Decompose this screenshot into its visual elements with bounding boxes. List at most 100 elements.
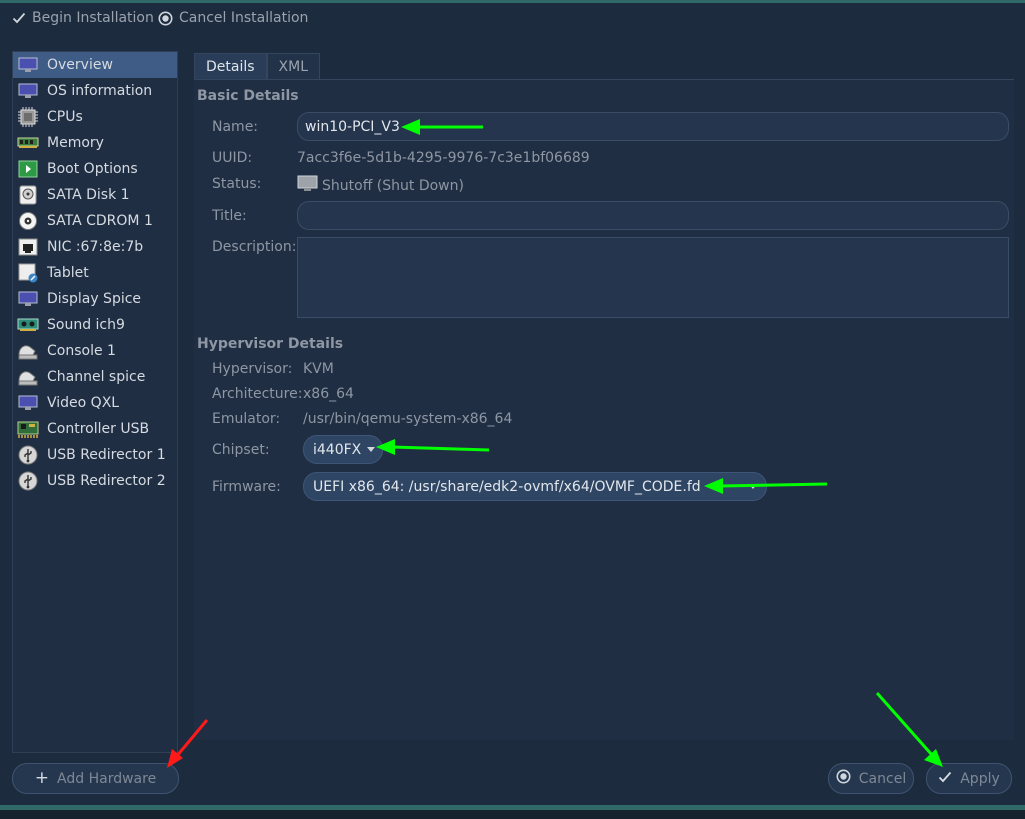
tab-xml[interactable]: XML [266, 53, 321, 79]
sidebar-item-memory[interactable]: Memory [13, 130, 177, 156]
title-input[interactable] [297, 201, 1009, 230]
memory-module-icon [17, 132, 39, 154]
sidebar-item-os-information[interactable]: OS information [13, 78, 177, 104]
description-textarea[interactable] [297, 237, 1009, 318]
emulator-value: /usr/bin/qemu-system-x86_64 [303, 411, 513, 427]
network-port-icon [17, 236, 39, 258]
sidebar-item-label: Console 1 [47, 343, 116, 359]
status-value-group: Shutoff (Shut Down) [297, 175, 464, 196]
cancel-label: Cancel [858, 770, 907, 787]
chipset-value: i440FX [313, 441, 362, 458]
sidebar-item-label: Tablet [47, 265, 89, 281]
usb-icon [17, 444, 39, 466]
plus-icon: + [34, 768, 50, 788]
sidebar-item-label: Boot Options [47, 161, 138, 177]
monitor-icon [17, 80, 39, 102]
checkmark-icon [12, 11, 26, 25]
cancel-installation-button[interactable]: Cancel Installation [158, 10, 308, 26]
hypervisor-label: Hypervisor: [212, 361, 293, 377]
stop-circle-icon [836, 769, 851, 788]
cpu-chip-icon [17, 106, 39, 128]
sidebar-item-label: Memory [47, 135, 104, 151]
tablet-icon [17, 262, 39, 284]
architecture-label: Architecture: [212, 386, 303, 402]
usb-icon [17, 470, 39, 492]
name-input[interactable]: win10-PCI_V3 [297, 112, 1009, 141]
sidebar-item-label: NIC :67:8e:7b [47, 239, 144, 255]
hardware-list[interactable]: Overview OS information CPUs Memory Boot… [12, 51, 178, 753]
bottom-strip [0, 810, 1025, 819]
sidebar-item-label: Sound ich9 [47, 317, 125, 333]
sidebar-item-sata-cdrom-1[interactable]: SATA CDROM 1 [13, 208, 177, 234]
begin-installation-label: Begin Installation [32, 10, 154, 26]
firmware-label: Firmware: [212, 479, 281, 495]
sidebar-item-tablet[interactable]: Tablet [13, 260, 177, 286]
chipset-dropdown[interactable]: i440FX [303, 435, 383, 464]
boot-play-icon [17, 158, 39, 180]
sidebar-item-display-spice[interactable]: Display Spice [13, 286, 177, 312]
monitor-icon [17, 392, 39, 414]
sidebar-item-label: USB Redirector 2 [47, 473, 166, 489]
apply-button[interactable]: Apply [926, 763, 1012, 794]
architecture-value: x86_64 [303, 386, 354, 402]
chevron-down-icon [367, 447, 376, 452]
uuid-label: UUID: [212, 150, 253, 166]
cancel-installation-label: Cancel Installation [179, 10, 309, 26]
sidebar-item-overview[interactable]: Overview [13, 52, 177, 78]
hard-disk-icon [17, 184, 39, 206]
begin-installation-button[interactable]: Begin Installation [12, 10, 154, 26]
sidebar-item-label: CPUs [47, 109, 83, 125]
hypervisor-details-heading: Hypervisor Details [197, 336, 344, 352]
description-label: Description: [212, 239, 297, 255]
status-value: Shutoff (Shut Down) [322, 177, 464, 194]
sidebar-item-label: Channel spice [47, 369, 146, 385]
sidebar-item-nic[interactable]: NIC :67:8e:7b [13, 234, 177, 260]
serial-console-icon [17, 340, 39, 362]
name-input-value: win10-PCI_V3 [305, 118, 400, 135]
chipset-label: Chipset: [212, 442, 270, 458]
sidebar-item-usb-redirector-1[interactable]: USB Redirector 1 [13, 442, 177, 468]
add-hardware-label: Add Hardware [57, 770, 157, 787]
apply-label: Apply [960, 770, 1000, 787]
sound-card-icon [17, 314, 39, 336]
sidebar-item-video-qxl[interactable]: Video QXL [13, 390, 177, 416]
chevron-down-icon [749, 484, 757, 489]
firmware-dropdown[interactable]: UEFI x86_64: /usr/share/edk2-ovmf/x64/OV… [303, 472, 767, 501]
sidebar-item-controller-usb[interactable]: Controller USB [13, 416, 177, 442]
sidebar-item-sound-ich9[interactable]: Sound ich9 [13, 312, 177, 338]
sidebar-item-label: Display Spice [47, 291, 142, 307]
monitor-icon [17, 288, 39, 310]
tab-details[interactable]: Details [194, 53, 267, 79]
stop-circle-icon [158, 11, 173, 26]
emulator-label: Emulator: [212, 411, 281, 427]
status-label: Status: [212, 176, 262, 192]
sidebar-item-label: SATA Disk 1 [47, 187, 130, 203]
tab-bar: Details XML [194, 53, 321, 79]
basic-details-heading: Basic Details [197, 88, 299, 104]
serial-console-icon [17, 366, 39, 388]
uuid-value: 7acc3f6e-5d1b-4295-9976-7c3e1bf06689 [297, 150, 590, 166]
sidebar-item-cpus[interactable]: CPUs [13, 104, 177, 130]
firmware-value: UEFI x86_64: /usr/share/edk2-ovmf/x64/OV… [313, 478, 701, 495]
sidebar-item-label: USB Redirector 1 [47, 447, 166, 463]
sidebar-item-usb-redirector-2[interactable]: USB Redirector 2 [13, 468, 177, 494]
sidebar-item-sata-disk-1[interactable]: SATA Disk 1 [13, 182, 177, 208]
sidebar-item-label: Overview [47, 57, 113, 73]
cancel-button[interactable]: Cancel [828, 763, 914, 794]
shutoff-monitor-icon [297, 175, 318, 196]
name-label: Name: [212, 119, 259, 135]
cdrom-icon [17, 210, 39, 232]
sidebar-item-console-1[interactable]: Console 1 [13, 338, 177, 364]
add-hardware-button[interactable]: + Add Hardware [12, 763, 179, 794]
hypervisor-value: KVM [303, 361, 334, 377]
sidebar-item-channel-spice[interactable]: Channel spice [13, 364, 177, 390]
controller-card-icon [17, 418, 39, 440]
top-border [0, 0, 1025, 3]
checkmark-icon [938, 770, 952, 788]
sidebar-item-label: SATA CDROM 1 [47, 213, 153, 229]
sidebar-item-boot-options[interactable]: Boot Options [13, 156, 177, 182]
title-label: Title: [212, 208, 247, 224]
sidebar-item-label: Controller USB [47, 421, 150, 437]
monitor-icon [17, 54, 39, 76]
sidebar-item-label: OS information [47, 83, 153, 99]
